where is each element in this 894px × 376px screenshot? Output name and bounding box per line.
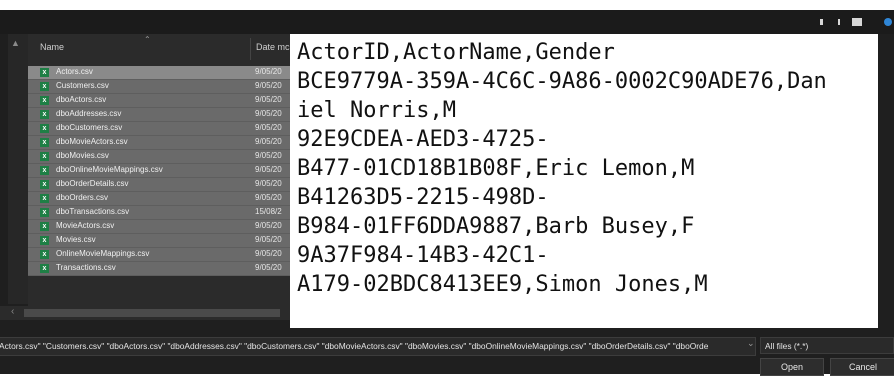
open-button[interactable]: Open: [760, 358, 824, 376]
file-date: 9/05/20: [255, 263, 282, 272]
chevron-down-icon[interactable]: ⌄: [747, 338, 755, 349]
excel-file-icon: x: [40, 82, 49, 91]
file-name: Actors.csv: [56, 67, 93, 76]
file-date: 9/05/20: [255, 137, 282, 146]
file-date: 9/05/20: [255, 165, 282, 174]
file-name: dboMovieActors.csv: [56, 137, 128, 146]
scroll-up-icon[interactable]: ▲: [11, 38, 20, 48]
file-row[interactable]: x dboActors.csv 9/05/20: [28, 94, 290, 108]
file-row[interactable]: x dboMovieActors.csv 9/05/20: [28, 136, 290, 150]
file-row[interactable]: x dboOrders.csv 9/05/20: [28, 192, 290, 206]
file-date: 9/05/20: [255, 67, 282, 76]
preview-pane-icon[interactable]: [852, 18, 862, 26]
file-date: 9/05/20: [255, 249, 282, 258]
excel-file-icon: x: [40, 152, 49, 161]
file-date: 9/05/20: [255, 221, 282, 230]
preview-line: ActorID,ActorName,Gender: [297, 40, 615, 65]
file-name: Transactions.csv: [56, 263, 116, 272]
excel-file-icon: x: [40, 208, 49, 217]
preview-scrollbar[interactable]: [878, 34, 894, 330]
file-name: Movies.csv: [56, 235, 96, 244]
excel-file-icon: x: [40, 110, 49, 119]
file-row[interactable]: x dboAddresses.csv 9/05/20: [28, 108, 290, 122]
help-icon[interactable]: [884, 18, 892, 26]
dialog-footer: Actors.csv" "Customers.csv" "dboActors.c…: [0, 328, 894, 376]
toolbar: [0, 10, 894, 34]
file-type-select[interactable]: All files (*.*): [760, 337, 894, 354]
file-row[interactable]: x Movies.csv 9/05/20: [28, 234, 290, 248]
preview-line: B41263D5-2215-498D-: [297, 185, 549, 210]
file-date: 9/05/20: [255, 193, 282, 202]
file-name: dboOnlineMovieMappings.csv: [56, 165, 163, 174]
file-name: OnlineMovieMappings.csv: [56, 249, 150, 258]
excel-file-icon: x: [40, 264, 49, 273]
file-row[interactable]: x Transactions.csv 9/05/20: [28, 262, 290, 276]
excel-file-icon: x: [40, 250, 49, 259]
file-list: Name ⌃ Date mc x Actors.csv 9/05/20 x Custom…: [28, 34, 290, 306]
file-row[interactable]: x Customers.csv 9/05/20: [28, 80, 290, 94]
file-name: dboActors.csv: [56, 95, 107, 104]
preview-line: iel Norris,M: [297, 98, 456, 123]
file-date: 9/05/20: [255, 95, 282, 104]
file-name: dboOrderDetails.csv: [56, 179, 129, 188]
file-name: dboAddresses.csv: [56, 109, 122, 118]
excel-file-icon: x: [40, 222, 49, 231]
file-rows: x Actors.csv 9/05/20 x Customers.csv 9/05/20 x…: [28, 66, 290, 276]
preview-line: 9A37F984-14B3-42C1-: [297, 243, 549, 268]
file-date: 9/05/20: [255, 109, 282, 118]
file-name: dboTransactions.csv: [56, 207, 130, 216]
file-date: 9/05/20: [255, 235, 282, 244]
excel-file-icon: x: [40, 138, 49, 147]
excel-file-icon: x: [40, 96, 49, 105]
column-header-name[interactable]: Name: [40, 42, 64, 52]
excel-file-icon: x: [40, 180, 49, 189]
scrollbar-thumb[interactable]: [24, 309, 280, 317]
column-divider[interactable]: [250, 38, 251, 60]
preview-line: B477-01CD18B1B08F,Eric Lemon,M: [297, 156, 695, 181]
sort-ascending-icon: ⌃: [144, 35, 151, 44]
file-date: 9/05/20: [255, 81, 282, 90]
file-date: 9/05/20: [255, 123, 282, 132]
preview-line: 92E9CDEA-AED3-4725-: [297, 127, 549, 152]
view-options-icon[interactable]: [820, 19, 823, 25]
file-name: dboOrders.csv: [56, 193, 109, 202]
file-date: 9/05/20: [255, 179, 282, 188]
file-name: dboCustomers.csv: [56, 123, 123, 132]
excel-file-icon: x: [40, 236, 49, 245]
file-row[interactable]: x Actors.csv 9/05/20: [28, 66, 290, 80]
view-dropdown-icon[interactable]: [838, 19, 840, 25]
preview-line: B984-01FF6DDA9887,Barb Busey,F: [297, 214, 695, 239]
filename-input[interactable]: Actors.csv" "Customers.csv" "dboActors.c…: [0, 337, 756, 356]
excel-file-icon: x: [40, 68, 49, 77]
file-name: MovieActors.csv: [56, 221, 115, 230]
horizontal-scrollbar[interactable]: ‹: [0, 306, 290, 320]
file-row[interactable]: x dboOrderDetails.csv 9/05/20: [28, 178, 290, 192]
file-row[interactable]: x dboTransactions.csv 15/08/2: [28, 206, 290, 220]
file-row[interactable]: x OnlineMovieMappings.csv 9/05/20: [28, 248, 290, 262]
file-date: 9/05/20: [255, 151, 282, 160]
file-row[interactable]: x dboOnlineMovieMappings.csv 9/05/20: [28, 164, 290, 178]
scroll-left-icon[interactable]: ‹: [11, 306, 14, 317]
preview-pane: ActorID,ActorName,Gender BCE9779A-359A-4C…: [290, 34, 878, 330]
file-row[interactable]: x dboCustomers.csv 9/05/20: [28, 122, 290, 136]
column-headers: Name ⌃ Date mc: [28, 34, 290, 64]
excel-file-icon: x: [40, 124, 49, 133]
file-name: dboMovies.csv: [56, 151, 109, 160]
excel-file-icon: x: [40, 166, 49, 175]
nav-pane-scrollbar[interactable]: ▲: [8, 34, 28, 304]
file-row[interactable]: x MovieActors.csv 9/05/20: [28, 220, 290, 234]
open-file-dialog: ▲ Name ⌃ Date mc x Actors.csv 9/05/20 x Cust…: [0, 10, 894, 376]
preview-line: A179-02BDC8413EE9,Simon Jones,M: [297, 272, 708, 297]
preview-line: BCE9779A-359A-4C6C-9A86-0002C90ADE76,Dan: [297, 69, 827, 94]
column-header-date[interactable]: Date mc: [256, 42, 290, 52]
file-row[interactable]: x dboMovies.csv 9/05/20: [28, 150, 290, 164]
file-name: Customers.csv: [56, 81, 109, 90]
cancel-button[interactable]: Cancel: [830, 358, 894, 376]
excel-file-icon: x: [40, 194, 49, 203]
file-date: 15/08/2: [255, 207, 282, 216]
